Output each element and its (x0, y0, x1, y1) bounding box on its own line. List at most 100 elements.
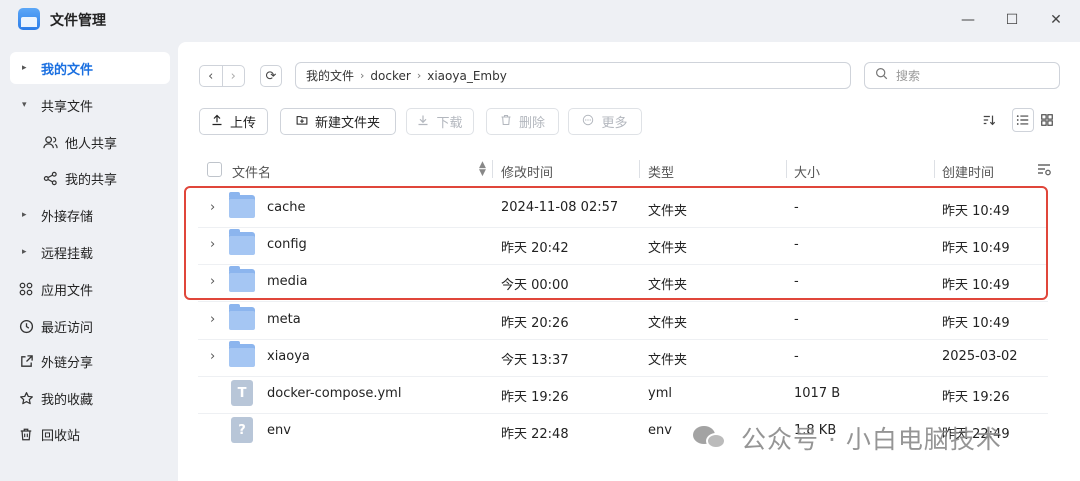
upload-icon (211, 114, 223, 129)
caret-right-icon: ▸ (22, 210, 27, 220)
window-title: 文件管理 (50, 13, 106, 29)
chevron-right-icon: › (360, 69, 365, 82)
sidebar-item-recent[interactable]: 最近访问 (10, 310, 170, 342)
file-modified: 昨天 20:26 (501, 316, 569, 331)
more-button[interactable]: 更多 (568, 108, 642, 135)
search-input[interactable]: 搜索 (864, 62, 1060, 89)
column-header-type[interactable]: 类型 (648, 162, 674, 181)
sidebar-item-favorites[interactable]: 我的收藏 (10, 382, 170, 414)
new-folder-label: 新建文件夹 (314, 116, 380, 131)
file-name: xiaoya (267, 349, 310, 364)
sidebar: ▸ 我的文件 ▾ 共享文件 他人共享 我的共享 ▸ 外接存储 ▸ 远程挂载 应用… (0, 44, 178, 481)
file-created: 2025-03-02 (942, 349, 1018, 364)
sidebar-item-link-shares[interactable]: 外链分享 (10, 345, 170, 377)
file-size: 1017 B (794, 386, 841, 401)
file-name: meta (267, 312, 301, 327)
sidebar-item-label: 回收站 (41, 428, 81, 444)
apps-icon (18, 281, 34, 297)
sidebar-item-app-files[interactable]: 应用文件 (10, 273, 170, 305)
table-header: 文件名 ▲ ▼ 修改时间 类型 大小 创建时间 (198, 158, 1068, 182)
sidebar-item-recycle-bin[interactable]: 回收站 (10, 418, 170, 450)
select-all-checkbox[interactable] (207, 162, 222, 177)
people-icon (42, 134, 58, 150)
sidebar-item-label: 应用文件 (41, 283, 94, 299)
sidebar-item-label: 我的共享 (65, 172, 118, 188)
title-bar: 文件管理 — ☐ ✕ (0, 0, 1080, 40)
file-size: - (794, 312, 799, 327)
highlight-annotation-box (184, 186, 1048, 300)
breadcrumb-item[interactable]: docker (370, 69, 410, 83)
breadcrumb[interactable]: 我的文件 › docker › xiaoya_Emby (295, 62, 851, 89)
minimize-button[interactable]: — (956, 8, 980, 32)
more-label: 更多 (601, 116, 628, 131)
column-header-created[interactable]: 创建时间 (942, 162, 994, 181)
sort-updown-icon[interactable]: ▲ ▼ (479, 161, 486, 178)
file-modified: 今天 13:37 (501, 353, 569, 368)
back-button[interactable]: ‹ (200, 66, 222, 86)
sidebar-item-label: 远程挂载 (41, 246, 94, 262)
wechat-logo-icon (693, 424, 729, 452)
sidebar-item-label: 外接存储 (41, 209, 94, 225)
sidebar-item-external-storage[interactable]: ▸ 外接存储 (10, 199, 170, 231)
expand-chevron-icon[interactable]: › (210, 312, 215, 327)
column-settings-icon[interactable] (1036, 161, 1052, 181)
unknown-file-icon: ? (231, 417, 253, 443)
history-nav: ‹ › (199, 65, 245, 87)
more-icon (582, 114, 594, 129)
file-created: 昨天 10:49 (942, 316, 1010, 331)
file-created: 昨天 19:26 (942, 390, 1010, 405)
sidebar-item-label: 共享文件 (41, 99, 94, 115)
table-row[interactable]: › meta 昨天 20:26 文件夹 - 昨天 10:49 (198, 302, 1048, 339)
refresh-button[interactable]: ⟳ (260, 65, 282, 87)
folder-icon (229, 304, 255, 330)
file-type: 文件夹 (648, 353, 688, 368)
column-header-size[interactable]: 大小 (794, 162, 820, 181)
watermark-text: 公众号 · 小白电脑技术 (741, 425, 1002, 454)
file-modified: 昨天 19:26 (501, 390, 569, 405)
caret-down-icon: ▾ (22, 100, 27, 110)
close-button[interactable]: ✕ (1044, 8, 1068, 32)
table-row[interactable]: T docker-compose.yml 昨天 19:26 yml 1017 B… (198, 376, 1048, 413)
sidebar-item-my-files[interactable]: ▸ 我的文件 (10, 52, 170, 84)
caret-right-icon: ▸ (22, 63, 27, 73)
clock-icon (18, 318, 34, 334)
file-name: docker-compose.yml (267, 386, 402, 401)
new-folder-button[interactable]: 新建文件夹 (280, 108, 396, 135)
sidebar-item-label: 我的收藏 (41, 392, 94, 408)
search-placeholder: 搜索 (896, 69, 921, 83)
file-type: 文件夹 (648, 316, 688, 331)
sidebar-item-my-shares[interactable]: 我的共享 (10, 162, 170, 194)
expand-chevron-icon[interactable]: › (210, 349, 215, 364)
search-icon (875, 67, 888, 84)
download-button[interactable]: 下载 (406, 108, 474, 135)
sidebar-item-label: 最近访问 (41, 320, 94, 336)
download-label: 下载 (436, 116, 463, 131)
chevron-right-icon: › (416, 69, 422, 82)
new-folder-icon (296, 114, 308, 129)
trash-icon (500, 114, 512, 129)
sidebar-item-shared-with-me[interactable]: 他人共享 (10, 126, 170, 158)
breadcrumb-item[interactable]: 我的文件 (306, 67, 354, 84)
external-link-icon (18, 353, 34, 369)
file-type: env (648, 423, 672, 438)
table-row[interactable]: › xiaoya 今天 13:37 文件夹 - 2025-03-02 (198, 339, 1048, 376)
upload-button[interactable]: 上传 (199, 108, 268, 135)
grid-view-button[interactable] (1036, 108, 1058, 132)
sidebar-item-shared-files[interactable]: ▾ 共享文件 (10, 89, 170, 121)
sort-order-button[interactable] (978, 108, 1000, 132)
folder-icon (229, 341, 255, 367)
share-icon (42, 170, 58, 186)
column-header-modified[interactable]: 修改时间 (501, 162, 553, 181)
sidebar-item-label: 他人共享 (65, 136, 118, 152)
sidebar-item-remote-mount[interactable]: ▸ 远程挂载 (10, 236, 170, 268)
caret-right-icon: ▸ (22, 247, 27, 257)
list-view-button[interactable] (1012, 108, 1034, 132)
maximize-button[interactable]: ☐ (1000, 8, 1024, 32)
forward-button[interactable]: › (221, 66, 245, 86)
delete-button[interactable]: 删除 (486, 108, 559, 135)
breadcrumb-item[interactable]: xiaoya_Emby (427, 69, 507, 83)
sidebar-item-label: 外链分享 (41, 355, 94, 371)
file-name: env (267, 423, 291, 438)
delete-label: 删除 (518, 116, 545, 131)
column-header-name[interactable]: 文件名 (232, 162, 271, 181)
